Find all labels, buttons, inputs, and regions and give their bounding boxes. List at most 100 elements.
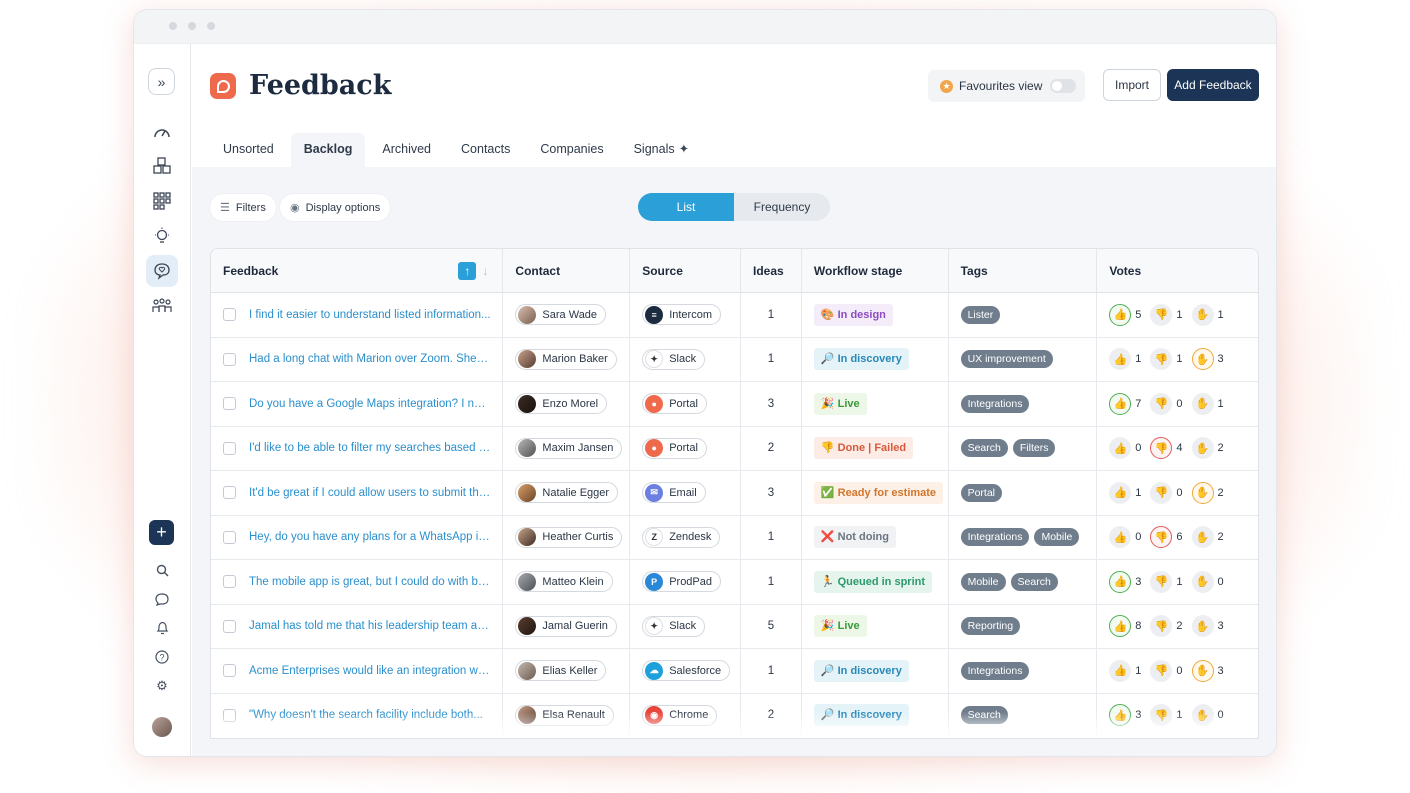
row-checkbox[interactable] xyxy=(223,397,236,411)
table-row[interactable]: It'd be great if I could allow users to … xyxy=(211,471,1258,516)
thumbs-down-icon[interactable]: 👎 xyxy=(1150,437,1173,460)
source-chip[interactable]: ✦ Slack xyxy=(642,615,706,637)
tab-companies[interactable]: Companies xyxy=(527,133,616,167)
search-icon[interactable] xyxy=(146,554,178,586)
thumbs-down-icon[interactable]: 👎 xyxy=(1150,481,1173,504)
feedback-icon[interactable] xyxy=(146,255,178,287)
vote-counter[interactable]: ✋ 2 xyxy=(1191,481,1224,504)
column-header-ideas[interactable]: Ideas xyxy=(741,249,802,292)
ideas-count[interactable]: 1 xyxy=(741,649,802,693)
vote-counter[interactable]: 👎1 xyxy=(1150,303,1183,326)
tag-badge[interactable]: Integrations xyxy=(960,394,1030,413)
table-row[interactable]: Acme Enterprises would like an integrati… xyxy=(211,649,1258,694)
thumbs-up-icon[interactable]: 👍 xyxy=(1109,348,1132,371)
contact-chip[interactable]: Enzo Morel xyxy=(515,393,608,415)
workflow-stage-badge[interactable]: 🔎 In discovery xyxy=(813,348,909,371)
table-row[interactable]: Hey, do you have any plans for a WhatsAp… xyxy=(211,515,1258,560)
row-checkbox[interactable] xyxy=(223,308,236,322)
row-checkbox[interactable] xyxy=(223,530,236,544)
source-chip[interactable]: ● Portal xyxy=(642,437,707,459)
vote-counter[interactable]: 👍 7 xyxy=(1109,392,1141,415)
source-chip[interactable]: P ProdPad xyxy=(642,571,721,593)
raised-hand-icon[interactable]: ✋ xyxy=(1191,481,1214,504)
workflow-stage-badge[interactable]: 👎 Done | Failed xyxy=(813,437,914,460)
tag-badge[interactable]: Mobile xyxy=(1034,528,1080,547)
grid-icon[interactable] xyxy=(146,185,178,217)
thumbs-up-icon[interactable]: 👍 xyxy=(1109,392,1132,415)
ideas-count[interactable]: 1 xyxy=(741,515,802,559)
row-checkbox[interactable] xyxy=(223,486,236,500)
contact-chip[interactable]: Marion Baker xyxy=(515,348,617,370)
feedback-link[interactable]: It'd be great if I could allow users to … xyxy=(249,487,491,499)
sort-descending-icon[interactable]: ↓ xyxy=(482,264,488,278)
column-header-feedback[interactable]: Feedback ↑ ↓ xyxy=(211,249,504,292)
bell-icon[interactable] xyxy=(146,612,178,644)
vote-counter[interactable]: 👍 5 xyxy=(1109,303,1141,326)
add-feedback-button[interactable]: Add Feedback xyxy=(1167,69,1259,101)
vote-counter[interactable]: ✋ 2 xyxy=(1191,437,1224,460)
tag-badge[interactable]: Search xyxy=(960,439,1008,458)
vote-counter[interactable]: 👍 0 xyxy=(1109,526,1141,549)
tag-badge[interactable]: Search xyxy=(1010,572,1058,591)
table-row[interactable]: Jamal has told me that his leadership te… xyxy=(211,604,1258,649)
workflow-stage-badge[interactable]: 🏃 Queued in sprint xyxy=(813,570,933,593)
column-header-source[interactable]: Source xyxy=(630,249,741,292)
source-chip[interactable]: Z Zendesk xyxy=(642,526,721,548)
vote-counter[interactable]: ✋ 3 xyxy=(1191,659,1224,682)
ideas-count[interactable]: 5 xyxy=(741,604,802,648)
workflow-stage-badge[interactable]: 🎉 Live xyxy=(813,392,867,415)
contact-chip[interactable]: Elias Keller xyxy=(515,660,607,682)
thumbs-down-icon[interactable]: 👎 xyxy=(1150,659,1173,682)
table-row[interactable]: The mobile app is great, but I could do … xyxy=(211,560,1258,605)
lightbulb-icon[interactable] xyxy=(146,220,178,252)
vote-counter[interactable]: 👎 4 xyxy=(1150,437,1183,460)
raised-hand-icon[interactable]: ✋ xyxy=(1191,348,1214,371)
filters-button[interactable]: ☰ Filters xyxy=(210,194,276,221)
table-row[interactable]: I'd like to be able to filter my searche… xyxy=(211,426,1258,471)
ideas-count[interactable]: 1 xyxy=(741,293,802,337)
tag-badge[interactable]: Reporting xyxy=(960,617,1021,636)
expand-sidebar-icon[interactable]: » xyxy=(148,68,175,95)
user-avatar[interactable] xyxy=(146,711,178,743)
vote-counter[interactable]: 👍 0 xyxy=(1109,437,1141,460)
thumbs-up-icon[interactable]: 👍 xyxy=(1109,570,1132,593)
vote-counter[interactable]: 👎1 xyxy=(1150,570,1183,593)
tag-badge[interactable]: Integrations xyxy=(960,528,1030,547)
settings-gear-icon[interactable]: ⚙ xyxy=(146,670,178,702)
row-checkbox[interactable] xyxy=(223,352,236,366)
ideas-count[interactable]: 1 xyxy=(741,560,802,604)
thumbs-up-icon[interactable]: 👍 xyxy=(1109,481,1132,504)
workflow-stage-badge[interactable]: 🎉 Live xyxy=(813,615,867,638)
contact-chip[interactable]: Natalie Egger xyxy=(515,482,619,504)
workflow-stage-badge[interactable]: 🎨 In design xyxy=(813,303,893,326)
vote-counter[interactable]: 👎 2 xyxy=(1150,615,1183,638)
thumbs-down-icon[interactable]: 👎 xyxy=(1150,348,1173,371)
tag-badge[interactable]: Mobile xyxy=(960,572,1006,591)
view-list-button[interactable]: List xyxy=(638,193,734,221)
contact-chip[interactable]: Sara Wade xyxy=(515,304,607,326)
tab-unsorted[interactable]: Unsorted xyxy=(210,133,287,167)
vote-counter[interactable]: 👎 0 xyxy=(1150,659,1183,682)
help-icon[interactable]: ? xyxy=(146,641,178,673)
raised-hand-icon[interactable]: ✋ xyxy=(1191,659,1214,682)
vote-counter[interactable]: 👍 8 xyxy=(1109,615,1141,638)
favourites-view-toggle[interactable]: ★ Favourites view xyxy=(928,70,1085,102)
thumbs-down-icon[interactable]: 👎 xyxy=(1150,526,1173,549)
tag-badge[interactable]: Lister xyxy=(960,305,1001,324)
view-frequency-button[interactable]: Frequency xyxy=(734,193,830,221)
thumbs-down-icon[interactable]: 👎 xyxy=(1150,570,1173,593)
contact-chip[interactable]: Maxim Jansen xyxy=(515,437,623,459)
vote-counter[interactable]: 👎 0 xyxy=(1150,481,1183,504)
tab-signals[interactable]: Signals ✦ xyxy=(621,133,702,167)
sort-ascending-icon[interactable]: ↑ xyxy=(458,261,477,280)
contact-chip[interactable]: Jamal Guerin xyxy=(515,615,617,637)
row-checkbox[interactable] xyxy=(223,619,236,633)
feedback-link[interactable]: I find it easier to understand listed in… xyxy=(249,309,491,321)
thumbs-down-icon[interactable]: 👎 xyxy=(1150,303,1173,326)
table-row[interactable]: I find it easier to understand listed in… xyxy=(211,293,1258,338)
source-chip[interactable]: ≡ Intercom xyxy=(642,304,721,326)
tag-badge[interactable]: Integrations xyxy=(960,661,1030,680)
thumbs-up-icon[interactable]: 👍 xyxy=(1109,303,1132,326)
tab-backlog[interactable]: Backlog xyxy=(290,133,366,167)
source-chip[interactable]: ● Portal xyxy=(642,393,707,415)
